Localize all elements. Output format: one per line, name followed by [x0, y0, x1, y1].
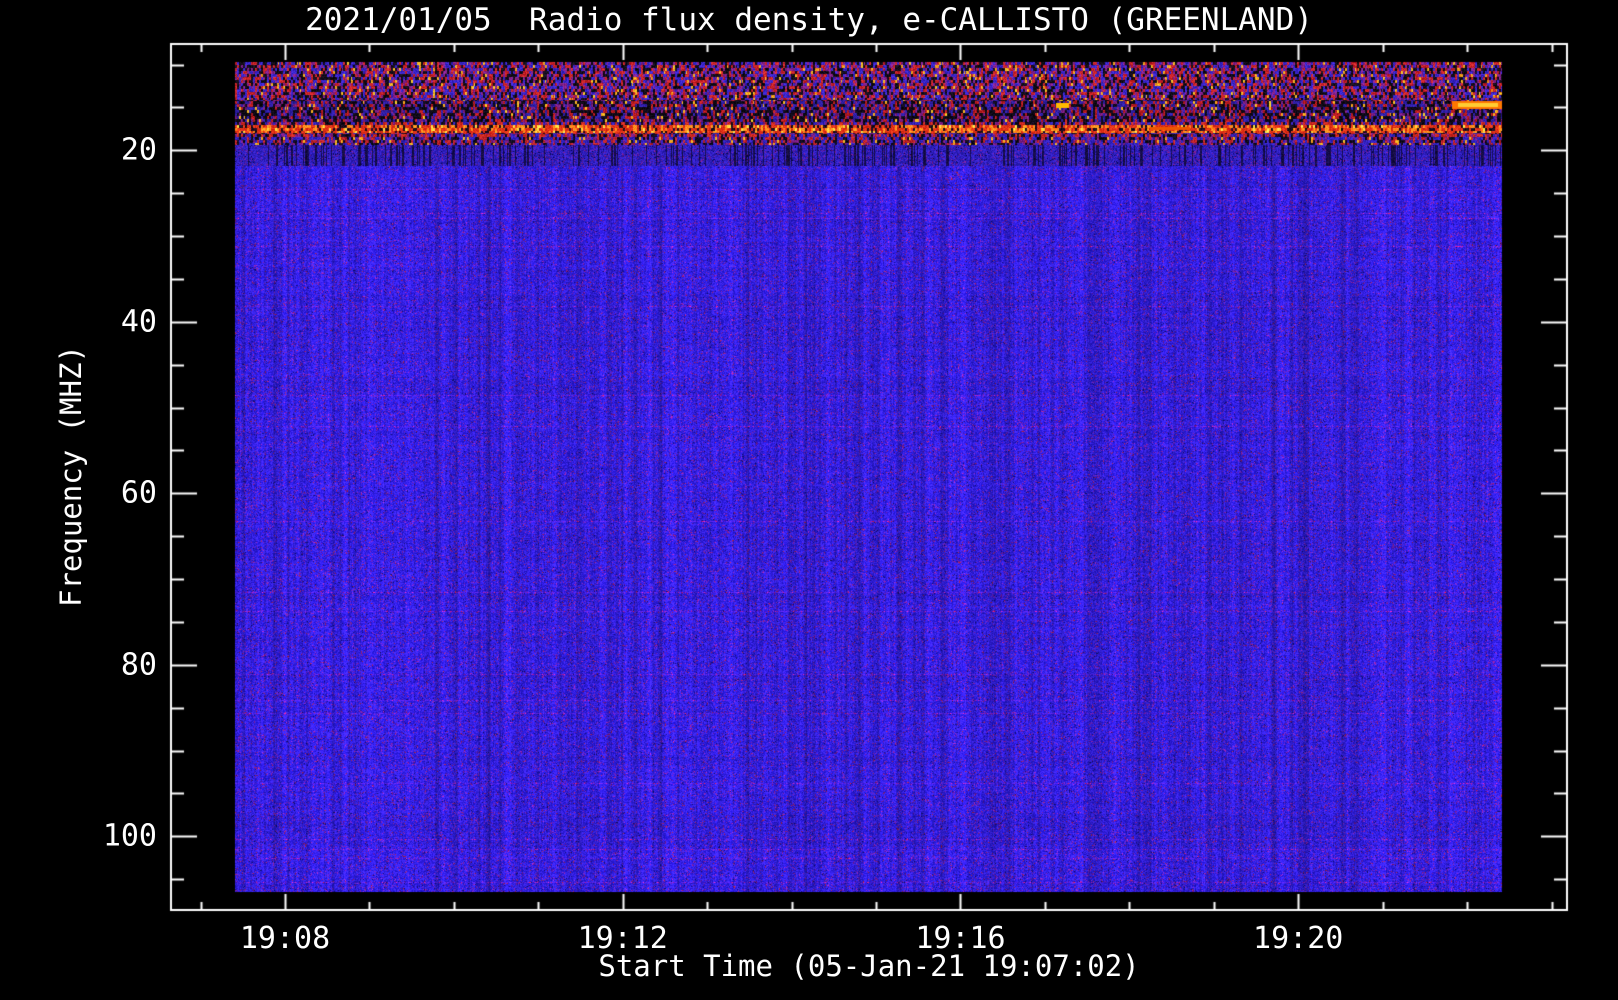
- spectrogram-canvas: [0, 0, 1618, 1000]
- x-tick-label: 19:16: [915, 921, 1006, 956]
- x-tick-label: 19:20: [1253, 921, 1344, 956]
- y-tick-label: 20: [120, 132, 157, 168]
- y-tick-label: 100: [102, 818, 157, 854]
- x-tick-label: 19:12: [577, 921, 668, 956]
- chart-title: 2021/01/05 Radio flux density, e-CALLIST…: [305, 2, 1313, 38]
- y-tick-label: 80: [120, 647, 157, 683]
- y-tick-label: 40: [120, 304, 157, 340]
- y-tick-label: 60: [120, 475, 157, 511]
- spectrogram-figure: 2021/01/05 Radio flux density, e-CALLIST…: [0, 0, 1618, 1000]
- x-tick-label: 19:08: [239, 921, 331, 956]
